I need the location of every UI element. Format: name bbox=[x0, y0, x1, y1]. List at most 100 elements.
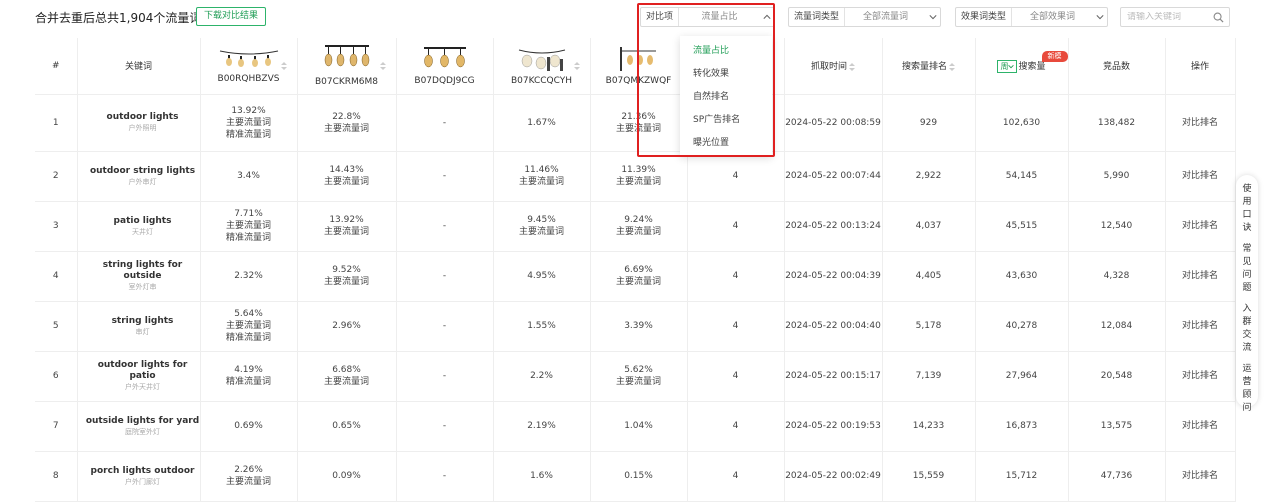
column-header-asin-4[interactable]: B07KCCQCYH bbox=[493, 38, 591, 95]
dropdown-option[interactable]: 自然排名 bbox=[680, 86, 772, 109]
column-header-asin-5[interactable]: B07QMKZWQF bbox=[590, 38, 688, 95]
competitor-count-value: 138,482 bbox=[1068, 94, 1166, 152]
traffic-share-value: 13.92% bbox=[329, 215, 364, 225]
compare-item-dropdown: 流量占比 转化效果 自然排名 SP广告排名 曝光位置 bbox=[680, 36, 772, 156]
traffic-share-value: 3.39% bbox=[624, 321, 653, 331]
asin-label: B07KCCQCYH bbox=[510, 76, 573, 87]
traffic-share-value: 2.32% bbox=[234, 271, 263, 281]
traffic-word-tag: 主要流量词 bbox=[225, 117, 271, 128]
faq-link[interactable]: 常见问题 bbox=[1242, 243, 1252, 295]
download-results-button[interactable]: 下载对比结果 bbox=[196, 7, 267, 26]
search-rank-value: 929 bbox=[882, 94, 976, 152]
compare-rank-link[interactable]: 对比排名 bbox=[1165, 151, 1236, 202]
compare-item-select[interactable]: 对比项 流量占比 bbox=[640, 7, 775, 27]
chevron-down-icon bbox=[1008, 64, 1015, 69]
compare-rank-link[interactable]: 对比排名 bbox=[1165, 201, 1236, 252]
traffic-word-tag: 主要流量词 bbox=[615, 277, 661, 287]
crawl-time-value: 2024-05-22 00:19:53 bbox=[784, 401, 883, 452]
sort-icon[interactable] bbox=[379, 62, 386, 70]
competitor-count-value: 12,540 bbox=[1068, 201, 1166, 252]
sort-icon[interactable] bbox=[573, 62, 580, 70]
traffic-word-tag: 主要流量词 bbox=[615, 177, 661, 187]
keyword-text[interactable]: outside lights for yard bbox=[86, 416, 200, 427]
join-group-link[interactable]: 入群交流 bbox=[1242, 303, 1252, 355]
competitor-count-value: 13,575 bbox=[1068, 401, 1166, 452]
compare-rank-link[interactable]: 对比排名 bbox=[1165, 451, 1236, 502]
keyword-cell: outdoor lights 户外照明 bbox=[77, 94, 201, 152]
competitor-count-value: 5,990 bbox=[1068, 151, 1166, 202]
traffic-word-type-select[interactable]: 流量词类型 全部流量词 bbox=[788, 7, 941, 27]
compare-rank-link[interactable]: 对比排名 bbox=[1165, 351, 1236, 402]
traffic-share-value: 0.15% bbox=[624, 471, 653, 481]
traffic-share-cell: 9.45% 主要流量词 bbox=[493, 201, 591, 252]
traffic-share-value: 9.45% bbox=[527, 215, 556, 225]
row-index: 1 bbox=[35, 94, 78, 152]
column-header-asin-3[interactable]: B07DQDJ9CG bbox=[396, 38, 494, 95]
traffic-word-tag: 主要流量词 bbox=[323, 123, 369, 134]
column-header-crawl-time[interactable]: 抓取时间 bbox=[784, 38, 883, 95]
keyword-text[interactable]: string lights for outside bbox=[86, 260, 200, 282]
traffic-word-tag: 主要流量词 bbox=[323, 277, 369, 287]
column-header-search-rank[interactable]: 搜索量排名 bbox=[882, 38, 976, 95]
compare-rank-link[interactable]: 对比排名 bbox=[1165, 401, 1236, 452]
dropdown-option[interactable]: 转化效果 bbox=[680, 63, 772, 86]
column-header-search-volume[interactable]: 新模型 周搜索量 bbox=[975, 38, 1069, 95]
search-icon[interactable] bbox=[1213, 12, 1224, 23]
keyword-text[interactable]: outdoor lights for patio bbox=[86, 360, 200, 382]
sort-icon[interactable] bbox=[949, 62, 955, 71]
traffic-word-tag: 精准流量词 bbox=[225, 129, 271, 140]
keyword-search-input[interactable] bbox=[1127, 12, 1213, 22]
crawl-time-value: 2024-05-22 00:04:39 bbox=[784, 251, 883, 302]
crawl-time-value: 2024-05-22 00:08:59 bbox=[784, 94, 883, 152]
keyword-cell: patio lights 天井灯 bbox=[77, 201, 201, 252]
traffic-share-cell: 6.68% 主要流量词 bbox=[297, 351, 397, 402]
operations-advisor-link[interactable]: 运营顾问 bbox=[1242, 363, 1252, 415]
traffic-share-value: 11.39% bbox=[621, 165, 656, 175]
traffic-share-value: 6.68% bbox=[332, 365, 361, 375]
keyword-text[interactable]: patio lights bbox=[86, 216, 200, 227]
compare-rank-link[interactable]: 对比排名 bbox=[1165, 251, 1236, 302]
compare-rank-link[interactable]: 对比排名 bbox=[1165, 94, 1236, 152]
row-index: 4 bbox=[35, 251, 78, 302]
keyword-text[interactable]: porch lights outdoor bbox=[86, 466, 200, 477]
traffic-word-tag: 主要流量词 bbox=[225, 321, 271, 331]
keyword-translation: 串灯 bbox=[135, 327, 150, 336]
effect-word-type-select[interactable]: 效果词类型 全部效果词 bbox=[955, 7, 1108, 27]
side-help-panel: 使用口诀 常见问题 入群交流 运营顾问 bbox=[1236, 175, 1258, 413]
traffic-share-value: 21.36% bbox=[621, 111, 656, 122]
traffic-share-cell: 11.39% 主要流量词 bbox=[590, 151, 688, 202]
keyword-text[interactable]: outdoor lights bbox=[86, 112, 200, 123]
new-model-badge: 新模型 bbox=[1041, 51, 1068, 71]
search-rank-value: 14,233 bbox=[882, 401, 976, 452]
column-header-asin-1[interactable]: B00RQHBZVS bbox=[200, 38, 298, 95]
traffic-share-cell: 13.92% 主要流量词 bbox=[297, 201, 397, 252]
traffic-share-value: - bbox=[442, 471, 447, 481]
keyword-search-box bbox=[1120, 7, 1230, 27]
usage-tips-link[interactable]: 使用口诀 bbox=[1242, 183, 1252, 235]
product-thumbnail-icon bbox=[518, 49, 565, 72]
period-select[interactable]: 周 bbox=[997, 59, 1018, 73]
keyword-text[interactable]: outdoor string lights bbox=[86, 166, 200, 177]
keyword-cell: outside lights for yard 庭院室外灯 bbox=[77, 401, 201, 452]
table-row: 7 outside lights for yard 庭院室外灯 0.69% 0.65% -… bbox=[35, 401, 1236, 452]
traffic-share-cell: 1.67% bbox=[493, 94, 591, 152]
traffic-share-cell: 5.64% 主要流量词 精准流量词 bbox=[200, 301, 298, 352]
position-value: 4 bbox=[687, 201, 785, 252]
compare-rank-link[interactable]: 对比排名 bbox=[1165, 301, 1236, 352]
traffic-share-cell: 4.19% 精准流量词 bbox=[200, 351, 298, 402]
dropdown-option[interactable]: 曝光位置 bbox=[680, 132, 772, 155]
column-header-asin-2[interactable]: B07CKRM6M8 bbox=[297, 38, 397, 95]
traffic-word-tag: 主要流量词 bbox=[615, 123, 661, 134]
sort-icon[interactable] bbox=[280, 62, 287, 70]
position-value: 4 bbox=[687, 151, 785, 202]
traffic-share-value: 4.19% bbox=[234, 365, 263, 375]
traffic-share-value: 0.69% bbox=[234, 421, 263, 431]
sort-icon[interactable] bbox=[849, 62, 855, 71]
crawl-time-value: 2024-05-22 00:15:17 bbox=[784, 351, 883, 402]
dropdown-option[interactable]: SP广告排名 bbox=[680, 109, 772, 132]
keyword-text[interactable]: string lights bbox=[86, 316, 200, 327]
top-toolbar: 合并去重后总共1,904个流量词 下载对比结果 对比项 流量占比 流量词类型 全… bbox=[0, 0, 1280, 36]
search-volume-value: 102,630 bbox=[975, 94, 1069, 152]
traffic-word-tag: 主要流量词 bbox=[615, 377, 661, 387]
dropdown-option[interactable]: 流量占比 bbox=[680, 40, 772, 63]
